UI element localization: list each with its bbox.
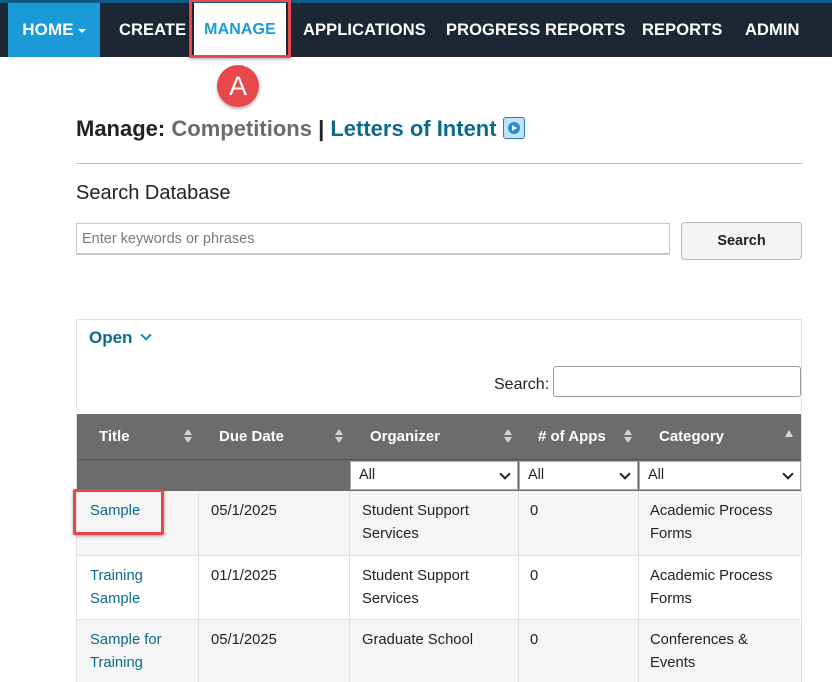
chevron-down-icon <box>619 468 631 480</box>
table-search-input[interactable] <box>553 366 801 397</box>
chevron-down-icon <box>140 329 153 341</box>
table-search-label: Search: <box>494 376 550 393</box>
letters-of-intent-link[interactable]: Letters of Intent <box>330 116 496 141</box>
chevron-down-icon <box>782 468 794 480</box>
row-title-link[interactable]: Sample <box>90 500 190 523</box>
row-organizer: Student Support Services <box>362 568 469 607</box>
open-toggle-label: Open <box>89 328 133 347</box>
table-row: Training Sample 01/1/2025 Student Suppor… <box>77 556 801 620</box>
col-header-num-apps[interactable]: # of Apps <box>538 414 606 459</box>
col-header-due-date[interactable]: Due Date <box>219 414 284 459</box>
column-divider <box>638 620 639 682</box>
divider <box>76 163 802 164</box>
competitions-link[interactable]: Competitions <box>171 116 312 141</box>
row-category: Academic Process Forms <box>650 503 773 542</box>
row-title-link[interactable]: Sample for Training <box>90 629 190 675</box>
nav-admin[interactable]: ADMIN <box>745 3 800 57</box>
column-divider <box>349 491 350 556</box>
category-filter-select[interactable]: All <box>639 461 801 490</box>
row-num-apps: 0 <box>530 632 539 648</box>
row-category: Academic Process Forms <box>650 568 773 607</box>
column-divider <box>349 556 350 620</box>
row-category: Conferences & Events <box>650 632 748 671</box>
row-title-link[interactable]: Training Sample <box>90 565 180 611</box>
nav-applications[interactable]: APPLICATIONS <box>303 3 426 57</box>
open-filter-toggle[interactable]: Open <box>89 328 153 348</box>
nav-home-label: HOME <box>22 20 74 39</box>
title-separator: | <box>318 116 325 141</box>
column-divider <box>638 556 639 620</box>
col-header-organizer[interactable]: Organizer <box>370 414 440 459</box>
caret-down-icon <box>77 28 86 33</box>
search-database-title: Search Database <box>76 182 231 204</box>
organizer-filter-value: All <box>359 467 376 483</box>
table-row: Sample for Training 05/1/2025 Graduate S… <box>77 620 801 682</box>
apps-filter-value: All <box>528 467 545 483</box>
row-num-apps: 0 <box>530 568 539 584</box>
nav-reports[interactable]: REPORTS <box>642 3 722 57</box>
row-due-date: 01/1/2025 <box>211 568 277 584</box>
column-divider <box>198 620 199 682</box>
apps-filter-select[interactable]: All <box>519 461 638 490</box>
nav-progress-reports[interactable]: PROGRESS REPORTS <box>446 3 625 57</box>
video-play-icon[interactable] <box>502 117 525 139</box>
category-filter-value: All <box>648 467 665 483</box>
organizer-filter-select[interactable]: All <box>350 461 518 490</box>
chevron-down-icon <box>499 468 511 480</box>
column-divider <box>638 491 639 556</box>
keyword-search-input[interactable] <box>76 223 670 255</box>
row-due-date: 05/1/2025 <box>211 632 277 648</box>
nav-manage[interactable]: MANAGE <box>194 3 286 57</box>
column-divider <box>198 556 199 620</box>
nav-create[interactable]: CREATE <box>119 3 186 57</box>
top-navigation: HOME CREATE MANAGE APPLICATIONS PROGRESS… <box>0 0 832 57</box>
column-divider <box>518 556 519 620</box>
table-row: Sample 05/1/2025 Student Support Service… <box>77 491 801 556</box>
col-header-category[interactable]: Category <box>659 414 724 459</box>
column-divider <box>518 620 519 682</box>
row-organizer: Student Support Services <box>362 503 469 542</box>
nav-home[interactable]: HOME <box>8 3 100 57</box>
page-title: Manage: Competitions | Letters of Intent <box>76 116 525 142</box>
row-num-apps: 0 <box>530 503 539 519</box>
column-divider <box>198 491 199 556</box>
annotation-badge: A <box>217 65 259 107</box>
row-due-date: 05/1/2025 <box>211 503 277 519</box>
search-button[interactable]: Search <box>681 222 802 260</box>
column-divider <box>349 620 350 682</box>
column-divider <box>518 491 519 556</box>
row-organizer: Graduate School <box>362 632 474 648</box>
table-header: Title Due Date Organizer # of Apps Categ… <box>77 414 801 459</box>
col-header-title[interactable]: Title <box>99 414 130 459</box>
page-title-prefix: Manage: <box>76 116 166 141</box>
